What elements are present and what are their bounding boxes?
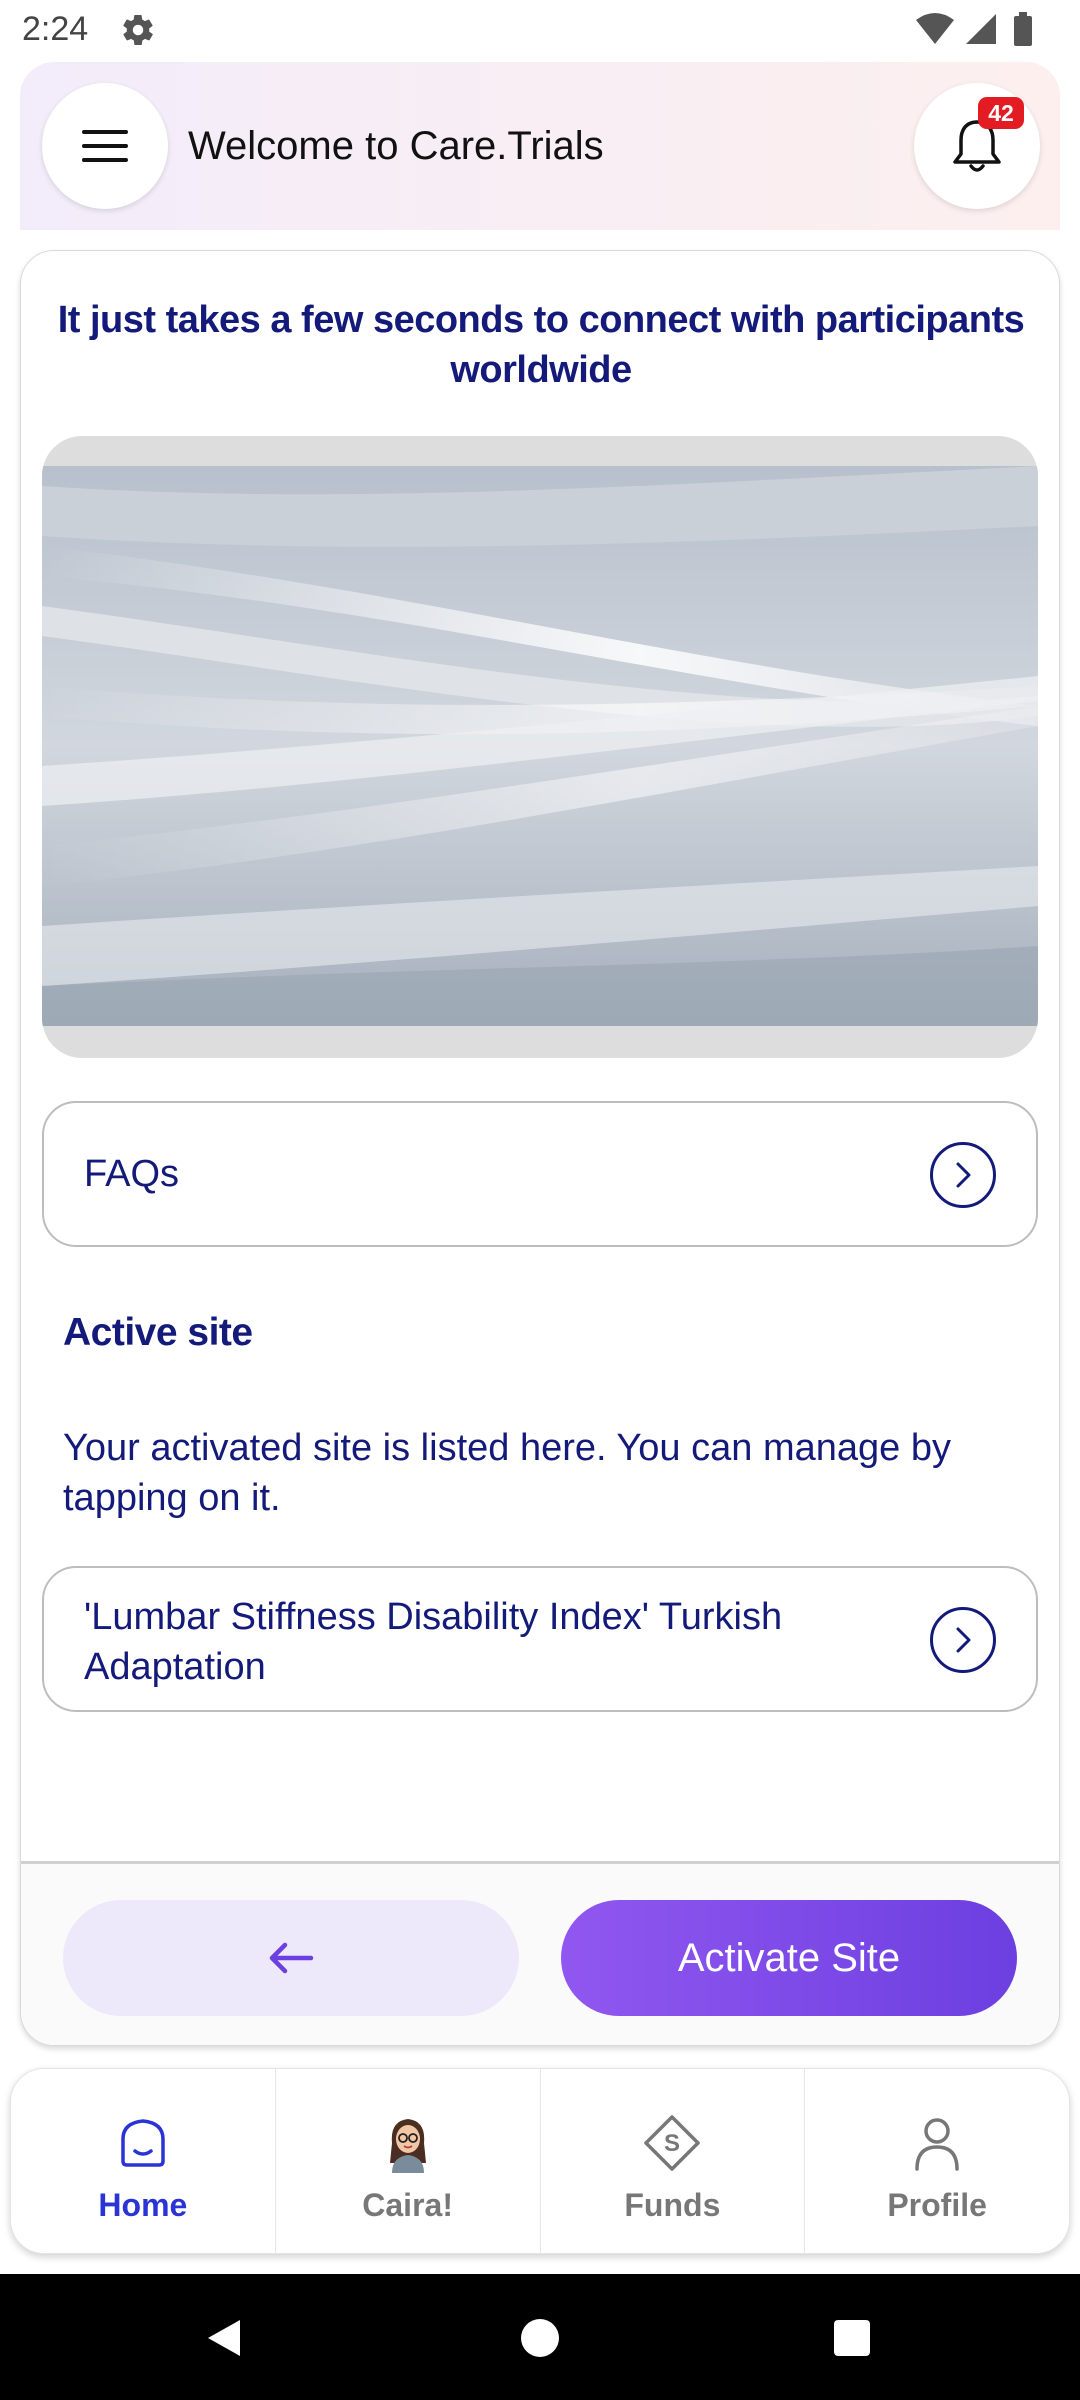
recents-square-icon[interactable] [828, 2314, 876, 2362]
home-icon [121, 2119, 165, 2167]
chevron-right-icon [930, 1607, 996, 1673]
chevron-right-icon [930, 1142, 996, 1208]
active-site-title: Active site [63, 1311, 253, 1354]
faqs-label: FAQs [84, 1153, 180, 1195]
main-card: It just takes a few seconds to connect w… [20, 250, 1060, 2046]
nav-label-profile: Profile [887, 2187, 987, 2223]
nav-caira[interactable]: Caira! [276, 2069, 541, 2253]
battery-icon [1014, 12, 1032, 46]
system-nav-bar [0, 2274, 1080, 2400]
hero-image [42, 436, 1038, 1058]
hamburger-menu-icon [82, 130, 128, 162]
bottom-nav: Home Caira! S Funds Profile [10, 2068, 1070, 2254]
nav-home[interactable]: Home [11, 2069, 276, 2253]
status-icons [916, 12, 1032, 46]
signal-icon [966, 14, 996, 44]
activate-site-button[interactable]: Activate Site [561, 1900, 1017, 2016]
funds-icon: S [644, 2115, 701, 2171]
app-header: Welcome to Care.Trials 42 [20, 62, 1060, 230]
nav-label-caira: Caira! [362, 2187, 453, 2223]
nav-label-funds: Funds [624, 2187, 721, 2223]
faqs-button[interactable]: FAQs [42, 1101, 1038, 1247]
wifi-icon [916, 13, 954, 44]
nav-funds[interactable]: S Funds [541, 2069, 806, 2253]
assistant-avatar-icon [389, 2119, 426, 2173]
notifications-button[interactable]: 42 [914, 83, 1040, 209]
back-triangle-icon[interactable] [200, 2314, 248, 2362]
active-site-item[interactable]: 'Lumbar Stiffness Disability Index' Turk… [42, 1566, 1038, 1712]
status-time: 2:24 [22, 10, 89, 48]
card-footer: Activate Site [21, 1861, 1059, 2045]
arrow-left-icon [269, 1942, 314, 1974]
site-name: 'Lumbar Stiffness Disability Index' Turk… [84, 1596, 783, 1688]
nav-profile[interactable]: Profile [805, 2069, 1069, 2253]
menu-button[interactable] [42, 83, 168, 209]
abstract-waves-image [42, 466, 1038, 1026]
home-circle-icon[interactable] [516, 2314, 564, 2362]
page-title: Welcome to Care.Trials [188, 124, 604, 168]
nav-label-home: Home [98, 2187, 188, 2223]
notification-badge: 42 [978, 97, 1024, 129]
profile-icon [915, 2118, 959, 2171]
settings-gear-icon [123, 15, 153, 45]
status-bar: 2:24 [0, 0, 1080, 62]
svg-text:S: S [664, 2130, 680, 2157]
back-button[interactable] [63, 1900, 519, 2016]
headline: It just takes a few seconds to connect w… [57, 299, 1025, 391]
active-site-description: Your activated site is listed here. You … [63, 1427, 951, 1519]
